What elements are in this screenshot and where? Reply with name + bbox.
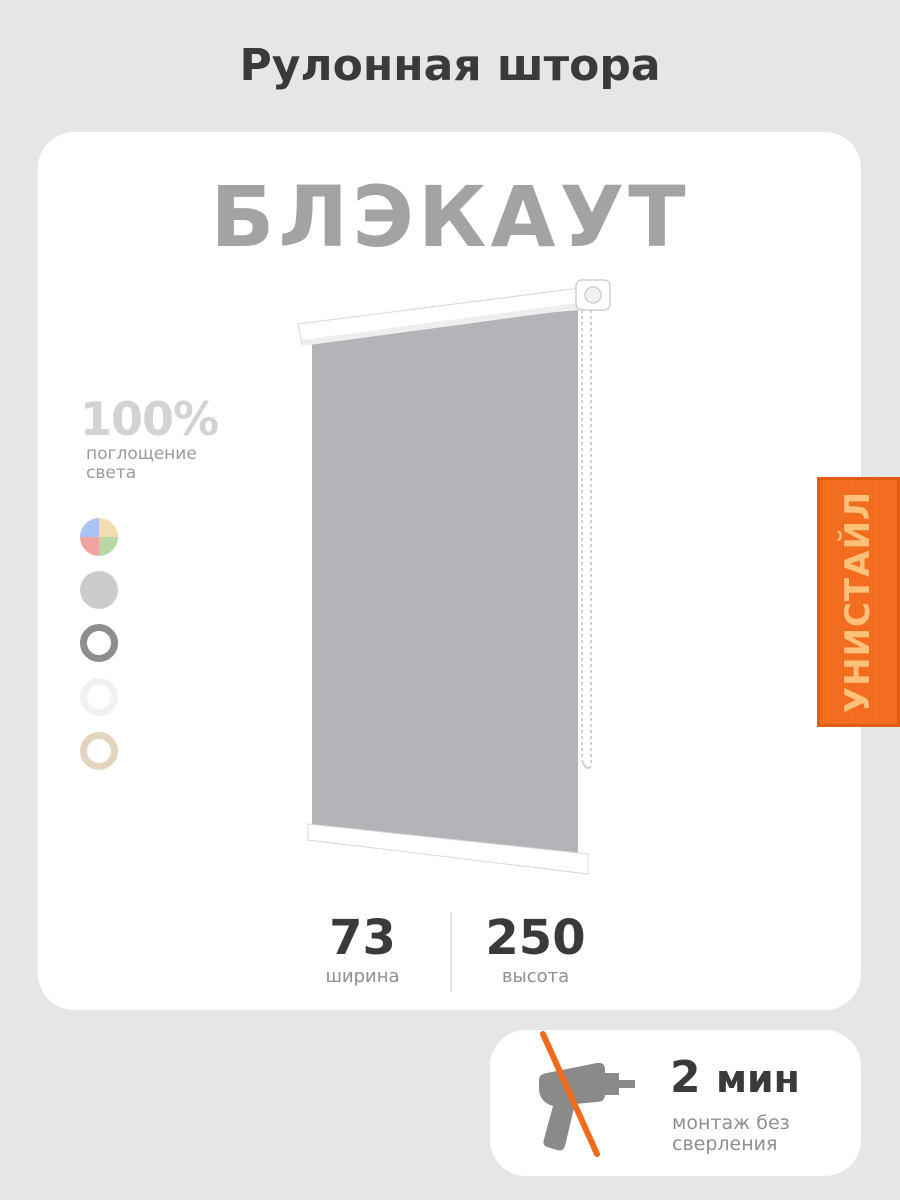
light-absorption-label: поглощение света xyxy=(86,444,197,483)
color-swatch-multicolor[interactable] xyxy=(80,518,118,556)
height-label: высота xyxy=(501,966,570,987)
blind-mechanism xyxy=(575,279,611,311)
dimension-divider xyxy=(450,912,452,992)
roller-blind-image xyxy=(297,279,611,875)
brand-tag: УНИСТАЙЛ xyxy=(817,477,900,727)
color-swatch-white[interactable] xyxy=(80,678,118,716)
page-title: Рулонная штора xyxy=(239,40,661,91)
color-swatch-dark-grey[interactable] xyxy=(80,624,118,662)
install-time-value: 2 xyxy=(670,1052,701,1103)
height-value: 250 xyxy=(485,910,586,966)
no-drill-icon xyxy=(539,1031,635,1157)
product-type-heading: БЛЭКАУТ xyxy=(210,168,690,266)
blind-chain xyxy=(581,310,592,769)
blind-fabric xyxy=(312,310,578,862)
light-absorption-value: 100% xyxy=(80,392,219,446)
brand-name: УНИСТАЙЛ xyxy=(838,490,878,714)
color-swatch-grey[interactable] xyxy=(80,571,118,609)
color-swatch-beige[interactable] xyxy=(80,732,118,770)
width-label: ширина xyxy=(325,966,400,987)
install-time: 2 мин xyxy=(670,1052,800,1103)
install-label: монтаж без сверления xyxy=(672,1112,790,1155)
install-time-unit: мин xyxy=(715,1057,800,1101)
width-value: 73 xyxy=(329,910,396,966)
